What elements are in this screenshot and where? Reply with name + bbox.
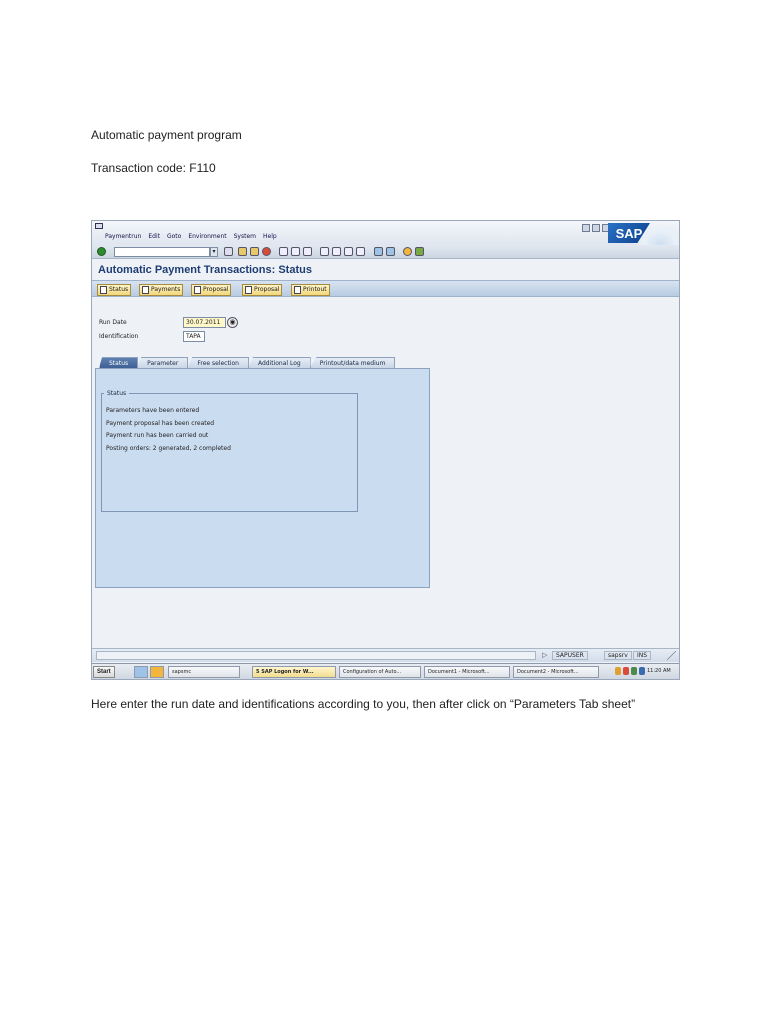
maximize-icon[interactable] <box>592 224 600 232</box>
payments-button[interactable]: Payments <box>139 284 184 296</box>
status-tab-panel: Status Parameters have been entered Paym… <box>95 368 430 588</box>
menu-environment[interactable]: Environment <box>188 233 226 240</box>
find-next-icon[interactable] <box>303 247 312 256</box>
help-icon[interactable] <box>403 247 412 256</box>
edit-proposal-icon <box>194 286 201 294</box>
tab-strip: Status Parameter Free selection Addition… <box>99 357 396 368</box>
taskbar-item-configuration[interactable]: Configuration of Auto... <box>339 666 421 678</box>
play-icon[interactable]: ▷ <box>542 651 547 659</box>
back-icon[interactable] <box>238 247 247 256</box>
status-line: Posting orders: 2 generated, 2 completed <box>106 444 231 452</box>
payments-icon <box>142 286 149 294</box>
previous-page-icon[interactable] <box>332 247 341 256</box>
status-icon <box>100 286 107 294</box>
taskbar-clock: 11:20 AM <box>647 668 671 674</box>
tab-additional-log[interactable]: Additional Log <box>247 357 311 368</box>
sap-menubar: Paymentrun Edit Goto Environment System … <box>92 221 679 259</box>
status-lines: Parameters have been entered Payment pro… <box>106 405 231 455</box>
sap-screenshot: Paymentrun Edit Goto Environment System … <box>91 220 680 680</box>
taskbar-item-document2[interactable]: Document2 - Microsoft... <box>513 666 599 678</box>
menu-system[interactable]: System <box>234 233 256 240</box>
tray-icon[interactable] <box>631 667 637 675</box>
menu-paymentrun[interactable]: Paymentrun <box>105 233 141 240</box>
minimize-icon[interactable] <box>582 224 590 232</box>
window-buttons <box>582 224 610 232</box>
run-date-label: Run Date <box>99 319 127 326</box>
tray-icon[interactable] <box>615 667 621 675</box>
layout-icon[interactable] <box>415 247 424 256</box>
first-page-icon[interactable] <box>320 247 329 256</box>
tray-icon[interactable] <box>639 667 645 675</box>
menu-goto[interactable]: Goto <box>167 233 181 240</box>
date-picker-icon[interactable]: ◉ <box>227 317 238 328</box>
system-tray <box>615 667 645 675</box>
sap-menu-icon[interactable] <box>95 223 103 229</box>
proposal-edit-button[interactable]: Proposal <box>191 284 232 296</box>
printout-button[interactable]: Printout <box>291 284 330 296</box>
print-icon[interactable] <box>279 247 288 256</box>
menu-help[interactable]: Help <box>263 233 277 240</box>
insert-mode-field[interactable]: INS <box>633 651 652 660</box>
run-date-input[interactable]: 30.07.2011 <box>183 317 226 328</box>
server-field: sapsrv <box>604 651 632 660</box>
status-line: Parameters have been entered <box>106 407 200 414</box>
application-toolbar: Status Payments Proposal Proposal Printo… <box>92 280 679 297</box>
menu-edit[interactable]: Edit <box>148 233 160 240</box>
tab-parameter[interactable]: Parameter <box>137 357 189 368</box>
start-button[interactable]: Start <box>93 666 115 678</box>
identification-input[interactable]: TAPA <box>183 331 205 342</box>
tray-icon[interactable] <box>623 667 629 675</box>
screen-title: Automatic Payment Transactions: Status <box>98 264 312 276</box>
proposal-icon <box>245 286 252 294</box>
status-line: Payment run has been carried out <box>106 432 209 439</box>
status-message-area <box>96 651 536 660</box>
status-line: Payment proposal has been created <box>106 419 215 427</box>
next-page-icon[interactable] <box>344 247 353 256</box>
windows-taskbar: Start sapsmc 5 SAP Logon for W... Config… <box>92 663 679 679</box>
status-button[interactable]: Status <box>97 284 132 296</box>
exit-icon[interactable] <box>250 247 259 256</box>
taskbar-item-sapsmc[interactable]: sapsmc <box>168 666 240 678</box>
command-field-input[interactable] <box>114 247 210 257</box>
save-icon[interactable] <box>224 247 233 256</box>
ie-quicklaunch-icon[interactable] <box>134 666 148 678</box>
instruction-text: Here enter the run date and identificati… <box>91 697 636 711</box>
proposal-button[interactable]: Proposal <box>242 284 283 296</box>
find-icon[interactable] <box>291 247 300 256</box>
shortcut-icon[interactable] <box>386 247 395 256</box>
enter-check-icon[interactable] <box>97 247 106 256</box>
last-page-icon[interactable] <box>356 247 365 256</box>
transaction-code-text: Transaction code: F110 <box>91 161 216 175</box>
resize-grip-icon[interactable] <box>667 651 676 660</box>
command-dropdown-icon[interactable]: ▾ <box>210 247 218 257</box>
tab-status[interactable]: Status <box>99 357 139 368</box>
document-title: Automatic payment program <box>91 128 242 142</box>
new-session-icon[interactable] <box>374 247 383 256</box>
identification-label: Identification <box>99 333 139 340</box>
status-group-title: Status <box>104 390 130 397</box>
tab-free-selection[interactable]: Free selection <box>187 357 249 368</box>
taskbar-item-sap-logon[interactable]: 5 SAP Logon for W... <box>252 666 336 678</box>
status-group-box: Status Parameters have been entered Paym… <box>101 390 358 512</box>
tab-printout-data-medium[interactable]: Printout/data medium <box>309 357 396 368</box>
standard-toolbar: ▾ <box>92 245 679 259</box>
menu-items: Paymentrun Edit Goto Environment System … <box>105 233 277 240</box>
taskbar-item-document1[interactable]: Document1 - Microsoft... <box>424 666 510 678</box>
desktop-quicklaunch-icon[interactable] <box>150 666 164 678</box>
cancel-icon[interactable] <box>262 247 271 256</box>
sap-statusbar: ▷ SAPUSER sapsrv INS <box>92 648 679 662</box>
printout-icon <box>294 286 301 294</box>
user-field: SAPUSER <box>552 651 588 660</box>
